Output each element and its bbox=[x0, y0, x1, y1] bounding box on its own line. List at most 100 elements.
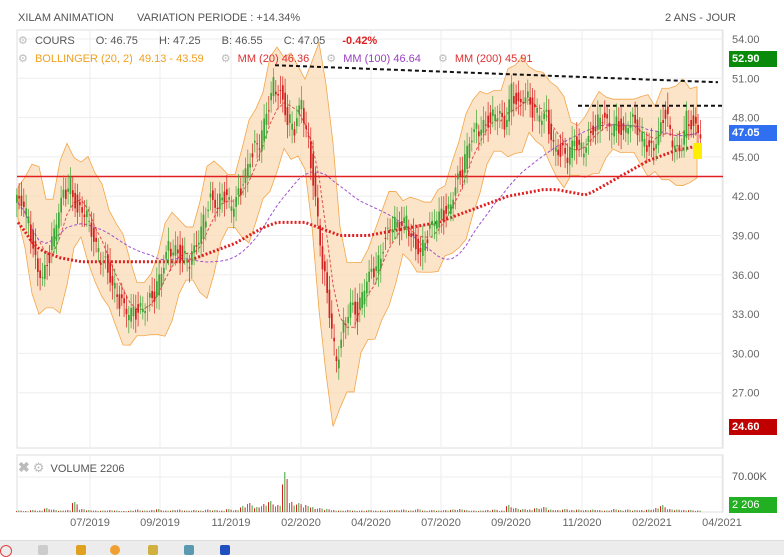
volume-bar bbox=[674, 510, 675, 512]
volume-bar bbox=[485, 510, 486, 512]
candle bbox=[410, 233, 412, 237]
volume-bar bbox=[403, 509, 405, 512]
candle bbox=[321, 246, 324, 270]
volume-bar bbox=[396, 510, 398, 512]
candle bbox=[114, 282, 116, 289]
candle bbox=[46, 264, 48, 267]
volume-bar bbox=[200, 510, 202, 512]
low-value: B: 46.55 bbox=[221, 35, 263, 47]
candle bbox=[214, 199, 216, 208]
gear-icon[interactable]: ⚙ bbox=[33, 460, 45, 475]
candle bbox=[352, 302, 354, 305]
candle bbox=[384, 237, 387, 239]
volume-bar bbox=[359, 510, 360, 512]
volume-bar bbox=[452, 509, 454, 512]
volume-bar bbox=[676, 509, 678, 512]
volume-bar bbox=[81, 509, 83, 512]
gear-icon[interactable]: ⚙ bbox=[438, 53, 448, 65]
volume-bar bbox=[622, 510, 624, 512]
volume-bar bbox=[60, 510, 62, 512]
candle bbox=[678, 145, 681, 152]
close-icon[interactable]: ✖ bbox=[18, 459, 30, 475]
candle bbox=[340, 339, 342, 348]
candle bbox=[543, 113, 545, 120]
volume-bar bbox=[410, 510, 412, 512]
change-value: -0.42% bbox=[342, 35, 378, 47]
candle bbox=[53, 228, 55, 247]
candle bbox=[228, 197, 230, 200]
candle bbox=[548, 109, 550, 135]
volume-bar bbox=[221, 510, 223, 512]
candle bbox=[457, 173, 459, 180]
candle bbox=[97, 248, 100, 252]
candle bbox=[611, 133, 613, 135]
candle bbox=[60, 197, 62, 213]
volume-bar bbox=[305, 505, 307, 512]
candle bbox=[690, 119, 692, 130]
volume-bar bbox=[634, 510, 636, 512]
volume-bar bbox=[202, 510, 204, 512]
volume-bar bbox=[247, 503, 248, 512]
volume-bar bbox=[212, 510, 213, 512]
candle bbox=[226, 189, 228, 196]
candle bbox=[361, 292, 363, 309]
candle bbox=[424, 242, 426, 251]
candle bbox=[566, 157, 569, 163]
candle bbox=[23, 201, 25, 208]
app-icon[interactable] bbox=[0, 545, 12, 557]
volume-bar bbox=[275, 506, 276, 512]
volume-bar bbox=[529, 509, 531, 512]
bollinger-label[interactable]: BOLLINGER (20, 2) bbox=[35, 53, 133, 65]
gear-icon[interactable]: ⚙ bbox=[326, 53, 336, 65]
y-tick-label: 48.00 bbox=[732, 113, 760, 125]
volume-bar bbox=[256, 507, 258, 512]
volume-bar bbox=[326, 509, 328, 512]
volume-bar bbox=[261, 506, 262, 512]
candle bbox=[333, 337, 335, 342]
volume-bar bbox=[627, 509, 629, 512]
volume-bar bbox=[629, 509, 631, 512]
volume-bar bbox=[513, 508, 514, 512]
volume-bar bbox=[566, 509, 568, 512]
candle bbox=[545, 109, 548, 112]
candle bbox=[41, 276, 44, 279]
candle bbox=[142, 308, 144, 312]
candle bbox=[125, 308, 128, 315]
candle bbox=[181, 245, 184, 261]
volume-bar bbox=[307, 506, 309, 512]
gear-icon[interactable]: ⚙ bbox=[18, 35, 28, 47]
x-tick-label: 09/2019 bbox=[140, 517, 180, 529]
mm20-label[interactable]: MM (20) bbox=[238, 53, 279, 65]
volume-bar bbox=[564, 509, 566, 512]
candle bbox=[522, 101, 524, 104]
mm100-label[interactable]: MM (100) bbox=[343, 53, 390, 65]
gear-icon[interactable]: ⚙ bbox=[221, 53, 231, 65]
volume-bar bbox=[699, 510, 701, 512]
volume-bar bbox=[678, 509, 680, 512]
candle bbox=[615, 116, 618, 131]
volume-bar bbox=[114, 510, 115, 512]
volume-bar bbox=[506, 506, 507, 512]
volume-bar bbox=[384, 510, 386, 512]
close-value: C: 47.05 bbox=[283, 35, 326, 47]
volume-bar bbox=[251, 505, 253, 512]
volume-bar bbox=[417, 509, 419, 512]
candle bbox=[335, 356, 338, 362]
candle bbox=[34, 240, 37, 256]
candle bbox=[394, 216, 396, 231]
volume-bar bbox=[597, 510, 598, 512]
mm200-label[interactable]: MM (200) bbox=[455, 53, 502, 65]
candle bbox=[118, 294, 121, 309]
volume-bar bbox=[501, 510, 503, 512]
candle bbox=[174, 245, 177, 256]
candle bbox=[496, 118, 499, 121]
volume-bar bbox=[16, 511, 17, 512]
candle bbox=[382, 251, 384, 254]
volume-bar bbox=[83, 509, 85, 512]
volume-bar bbox=[599, 510, 601, 512]
gear-icon[interactable]: ⚙ bbox=[18, 53, 28, 65]
candle bbox=[471, 140, 473, 143]
volume-bar bbox=[298, 503, 300, 512]
candle bbox=[422, 239, 424, 256]
volume-bar bbox=[172, 510, 174, 512]
